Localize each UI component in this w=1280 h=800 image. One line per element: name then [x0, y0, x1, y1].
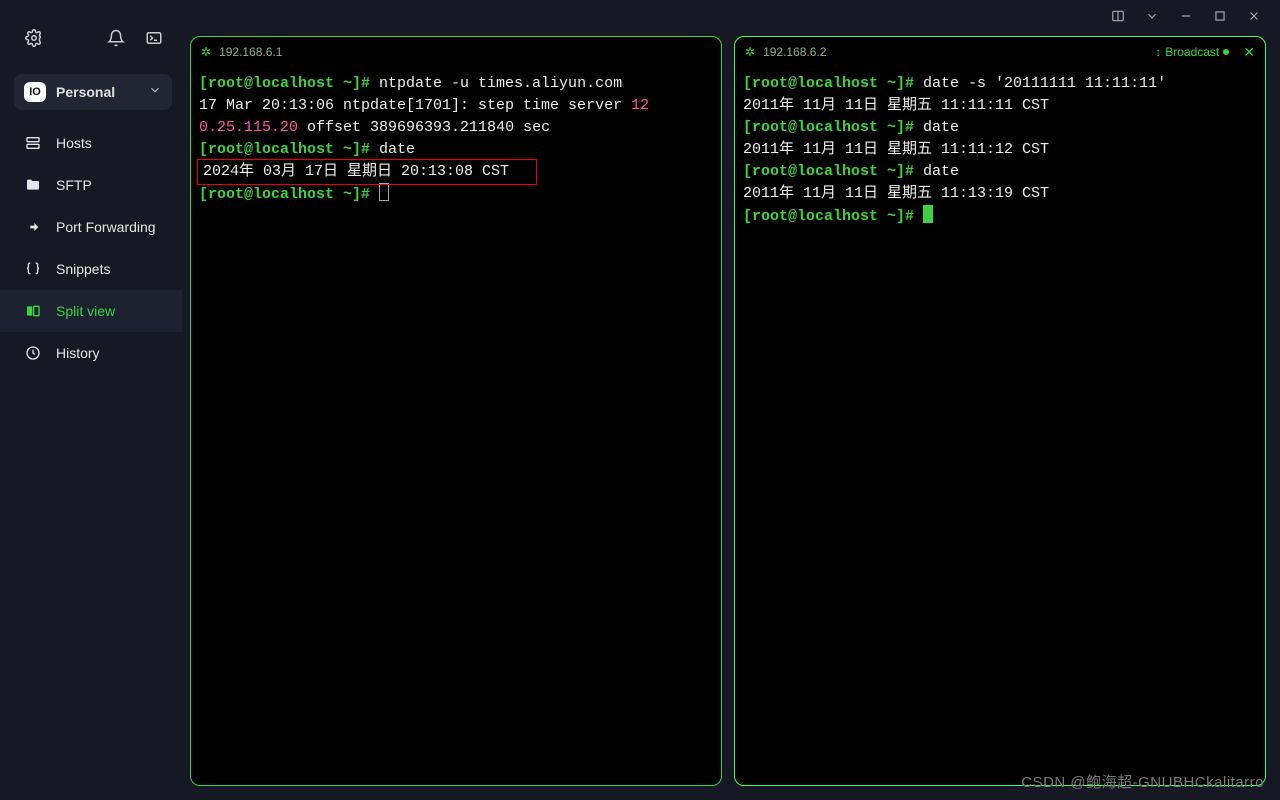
sidebar: IO Personal Hosts SFTP Port Forwarding S… — [0, 0, 182, 800]
terminal-pane-right[interactable]: ✲ 192.168.6.2 ↕ Broadcast ✕ [root@localh… — [734, 36, 1266, 786]
workspace-badge: IO — [24, 82, 46, 102]
terminal-icon[interactable] — [144, 28, 164, 48]
broadcast-button[interactable]: ↕ Broadcast — [1155, 45, 1229, 59]
watermark: CSDN @鲍海超-GNUBHCkalitarro — [1021, 771, 1264, 792]
hosts-icon — [24, 134, 42, 152]
layout-toggle-icon[interactable] — [1104, 2, 1132, 30]
pane-host: 192.168.6.1 — [219, 45, 282, 59]
workspace-label: Personal — [56, 84, 138, 100]
sidebar-item-snippets[interactable]: Snippets — [0, 248, 182, 290]
terminal-pane-left[interactable]: ✲ 192.168.6.1 [root@localhost ~]# ntpdat… — [190, 36, 722, 786]
sidebar-item-label: Snippets — [56, 261, 110, 277]
braces-icon — [24, 260, 42, 278]
sidebar-item-hosts[interactable]: Hosts — [0, 122, 182, 164]
cursor — [379, 183, 389, 201]
sidebar-item-port-forwarding[interactable]: Port Forwarding — [0, 206, 182, 248]
sidebar-item-label: Port Forwarding — [56, 219, 156, 235]
close-pane-icon[interactable]: ✕ — [1243, 44, 1255, 61]
sidebar-item-split-view[interactable]: Split view — [0, 290, 182, 332]
forward-icon — [24, 218, 42, 236]
gear-icon[interactable] — [24, 28, 44, 48]
split-icon — [24, 302, 42, 320]
cursor — [923, 205, 933, 223]
split-view-content: ✲ 192.168.6.1 [root@localhost ~]# ntpdat… — [182, 0, 1280, 800]
window-close-icon[interactable] — [1240, 2, 1268, 30]
folder-icon — [24, 176, 42, 194]
sidebar-item-history[interactable]: History — [0, 332, 182, 374]
pane-host: 192.168.6.2 — [763, 45, 826, 59]
bell-icon[interactable] — [106, 28, 126, 48]
window-maximize-icon[interactable] — [1206, 2, 1234, 30]
terminal-output[interactable]: [root@localhost ~]# ntpdate -u times.ali… — [191, 67, 721, 785]
window-titlebar — [1092, 0, 1280, 32]
workspace-selector[interactable]: IO Personal — [14, 74, 172, 110]
highlighted-output: 2024年 03月 17日 星期日 20:13:08 CST — [199, 161, 513, 183]
sidebar-item-sftp[interactable]: SFTP — [0, 164, 182, 206]
broadcast-indicator-icon — [1223, 49, 1229, 55]
terminal-output[interactable]: [root@localhost ~]# date -s '20111111 11… — [735, 67, 1265, 785]
gear-icon[interactable]: ✲ — [745, 45, 755, 59]
sidebar-item-label: History — [56, 345, 100, 361]
window-minimize-icon[interactable] — [1172, 2, 1200, 30]
sidebar-item-label: Hosts — [56, 135, 92, 151]
chevron-down-icon[interactable] — [1138, 2, 1166, 30]
sidebar-item-label: Split view — [56, 303, 115, 319]
gear-icon[interactable]: ✲ — [201, 45, 211, 59]
history-icon — [24, 344, 42, 362]
chevron-down-icon — [148, 83, 162, 102]
sidebar-item-label: SFTP — [56, 177, 92, 193]
